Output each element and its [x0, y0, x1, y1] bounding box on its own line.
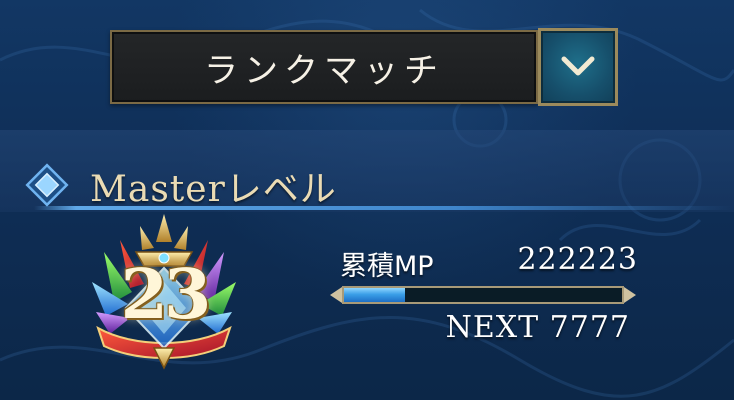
mp-value: 222223 — [517, 242, 638, 277]
section-title: Masterレベル — [90, 169, 337, 210]
mode-dropdown-button[interactable] — [538, 28, 618, 106]
mp-progress-bar — [330, 284, 636, 306]
chevron-down-icon — [561, 56, 595, 76]
mode-select-label: ランクマッチ — [204, 50, 444, 91]
next-level-requirement: NEXT 7777 — [445, 310, 630, 345]
mode-select[interactable]: ランクマッチ — [110, 30, 538, 104]
mp-progress-fill — [344, 288, 406, 302]
master-level-screen: ランクマッチ Masterレベル 23 累積MP 222223 NEXT 777… — [0, 0, 734, 400]
mp-progress-track — [342, 286, 624, 304]
master-level-number: 23 — [120, 255, 212, 335]
diamond-icon — [25, 163, 69, 207]
bar-cap-right — [624, 287, 636, 303]
mp-label: 累積MP — [340, 251, 434, 282]
bar-cap-left — [330, 287, 342, 303]
